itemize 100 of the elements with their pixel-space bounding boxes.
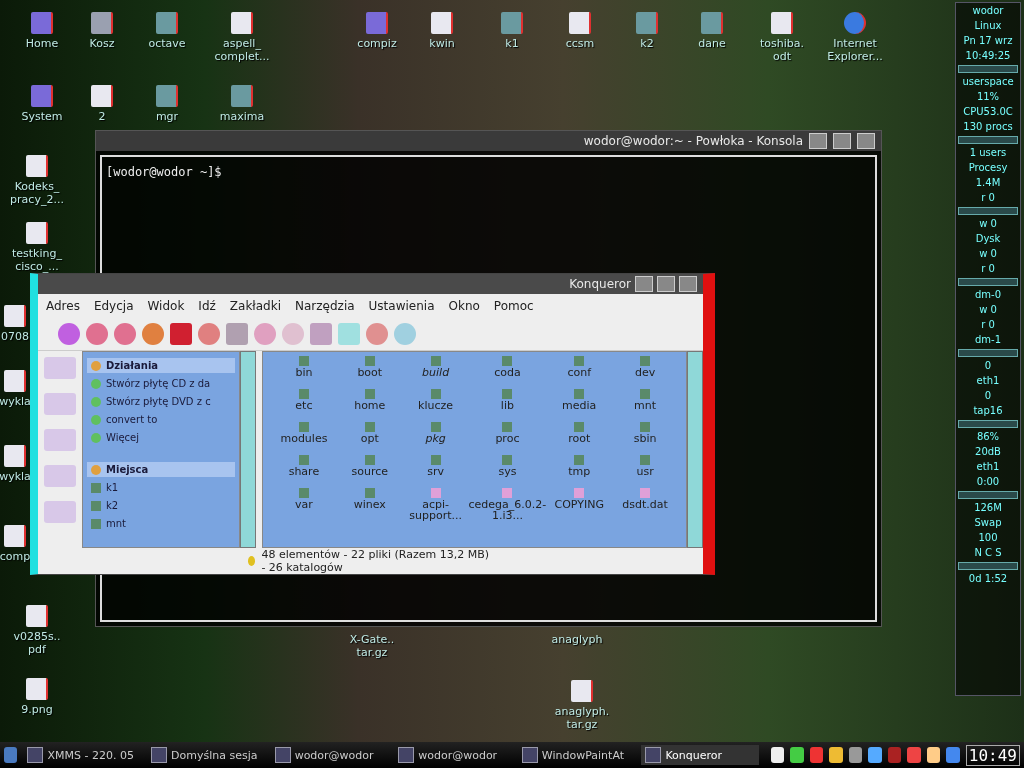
graph-bar — [958, 65, 1018, 73]
desktop-icon-label[interactable]: mgr — [155, 110, 179, 123]
sidebar-header[interactable]: Działania — [87, 358, 235, 373]
close-button[interactable] — [679, 276, 697, 292]
desktop-icon-label[interactable]: X-Gate.. tar.gz — [340, 633, 404, 659]
desktop-icon-label[interactable]: ccsm — [565, 37, 595, 50]
desktop-icon-label[interactable]: anaglyph — [551, 633, 603, 646]
monitor-reading: userspace — [962, 76, 1014, 88]
file-name[interactable]: proc — [495, 433, 520, 444]
file-name[interactable]: sys — [498, 466, 517, 477]
desktop-icon-label[interactable]: wykla — [0, 395, 31, 408]
taskbar-task[interactable]: Domyślna sesja — [147, 745, 265, 765]
desktop-icon-label[interactable]: Internet Explorer... — [820, 37, 890, 63]
desktop-icon-label[interactable]: maxima — [219, 110, 265, 123]
file-name[interactable]: usr — [636, 466, 654, 477]
desktop-icon-label[interactable]: 0708 — [1, 330, 29, 343]
desktop-icon-label[interactable]: Home — [25, 37, 59, 50]
file-name[interactable]: coda — [494, 367, 521, 378]
taskbar-task[interactable]: WindowPaintAt — [517, 745, 636, 765]
file-name[interactable]: sbin — [633, 433, 657, 444]
sidebar-header[interactable]: Miejsca — [87, 462, 235, 477]
file-name[interactable]: media — [562, 400, 597, 411]
file-name[interactable]: etc — [295, 400, 313, 411]
sidebar-tab[interactable] — [44, 357, 76, 379]
graph-bar — [958, 420, 1018, 428]
desktop-icon-label[interactable]: aspell_ complet... — [210, 37, 274, 63]
desktop-icon-label[interactable]: v0285s.. pdf — [5, 630, 69, 656]
desktop-icon-label[interactable]: testking_ cisco_... — [5, 247, 69, 273]
taskbar-task[interactable]: Konqueror — [641, 745, 759, 765]
file-name[interactable]: klucze — [418, 400, 454, 411]
file-name[interactable]: source — [351, 466, 389, 477]
desktop-icon-label[interactable]: 2 — [98, 110, 106, 123]
menu-item[interactable]: Narzędzia — [295, 299, 355, 313]
graph-bar — [958, 491, 1018, 499]
file-name[interactable]: cedega_6.0.2-1.i3... — [468, 499, 547, 521]
desktop-icon-label[interactable]: toshiba. odt — [750, 37, 814, 63]
desktop-icon-label[interactable]: comp — [0, 550, 31, 563]
monitor-reading: 20dB — [975, 446, 1001, 458]
sidebar-tab[interactable] — [44, 465, 76, 487]
monitor-reading: dm-0 — [974, 289, 1002, 301]
scrollbar[interactable] — [240, 351, 256, 548]
file-name[interactable]: mnt — [634, 400, 657, 411]
maximize-button[interactable] — [833, 133, 851, 149]
taskbar-task[interactable]: XMMS - 220. 05 — [23, 745, 142, 765]
file-name[interactable]: pkg — [425, 433, 446, 444]
desktop-icon-label[interactable]: dane — [698, 37, 726, 50]
monitor-reading: 10:49:25 — [965, 50, 1011, 62]
menu-item[interactable]: Idź — [198, 299, 216, 313]
file-name[interactable]: tmp — [568, 466, 591, 477]
file-name[interactable]: bin — [295, 367, 313, 378]
monitor-reading: r 0 — [981, 192, 995, 204]
desktop-icon-label[interactable]: octave — [148, 37, 186, 50]
menu-item[interactable]: Widok — [147, 299, 185, 313]
graph-bar — [958, 136, 1018, 144]
file-name[interactable]: opt — [360, 433, 379, 444]
menu-item[interactable]: Zakładki — [229, 299, 281, 313]
file-name[interactable]: modules — [280, 433, 328, 444]
file-name[interactable]: winex — [353, 499, 386, 510]
minimize-button[interactable] — [635, 276, 653, 292]
file-name[interactable]: home — [354, 400, 386, 411]
desktop-icon-label[interactable]: k1 — [505, 37, 519, 50]
file-name[interactable]: dev — [634, 367, 656, 378]
close-button[interactable] — [857, 133, 875, 149]
menu-item[interactable]: Ustawienia — [368, 299, 435, 313]
monitor-reading: Procesy — [968, 162, 1008, 174]
minimize-button[interactable] — [809, 133, 827, 149]
file-name[interactable]: share — [288, 466, 320, 477]
desktop-icon-label[interactable]: wykla — [0, 470, 31, 483]
file-name[interactable]: root — [568, 433, 591, 444]
desktop-icon-label[interactable]: System — [21, 110, 63, 123]
monitor-reading: eth1 — [976, 461, 1000, 473]
taskbar-task[interactable]: wodor@wodor — [394, 745, 512, 765]
scrollbar[interactable] — [687, 351, 703, 548]
desktop-icon-label[interactable]: Kosz — [89, 37, 115, 50]
maximize-button[interactable] — [657, 276, 675, 292]
desktop-icon-label[interactable]: kwin — [429, 37, 455, 50]
menu-item[interactable]: Pomoc — [493, 299, 534, 313]
desktop-icon-label[interactable]: Kodeks_ pracy_2... — [5, 180, 69, 206]
graph-bar — [958, 278, 1018, 286]
file-name[interactable]: srv — [427, 466, 444, 477]
file-name[interactable]: build — [422, 367, 450, 378]
sidebar-tab[interactable] — [44, 393, 76, 415]
monitor-reading: CPU53.0C — [963, 106, 1013, 118]
desktop-icon-label[interactable]: 9.png — [21, 703, 53, 716]
file-name[interactable]: acpi-support... — [402, 499, 469, 521]
desktop-icon-label[interactable]: anaglyph. tar.gz — [550, 705, 614, 731]
file-name[interactable]: var — [295, 499, 313, 510]
file-name[interactable]: lib — [500, 400, 514, 411]
monitor-reading: w 0 — [979, 218, 997, 230]
file-name[interactable]: dsdt.dat — [622, 499, 668, 510]
desktop-icon-label[interactable]: k2 — [640, 37, 654, 50]
desktop-icon-label[interactable]: compiz — [357, 37, 397, 50]
file-name[interactable]: conf — [567, 367, 592, 378]
sidebar-tab[interactable] — [44, 429, 76, 451]
menu-item[interactable]: Okno — [448, 299, 480, 313]
file-name[interactable]: COPYING — [554, 499, 604, 510]
sidebar-tab[interactable] — [44, 501, 76, 523]
taskbar-task[interactable]: wodor@wodor — [270, 745, 389, 765]
menu-item[interactable]: Adres — [46, 299, 80, 313]
file-name[interactable]: boot — [357, 367, 383, 378]
